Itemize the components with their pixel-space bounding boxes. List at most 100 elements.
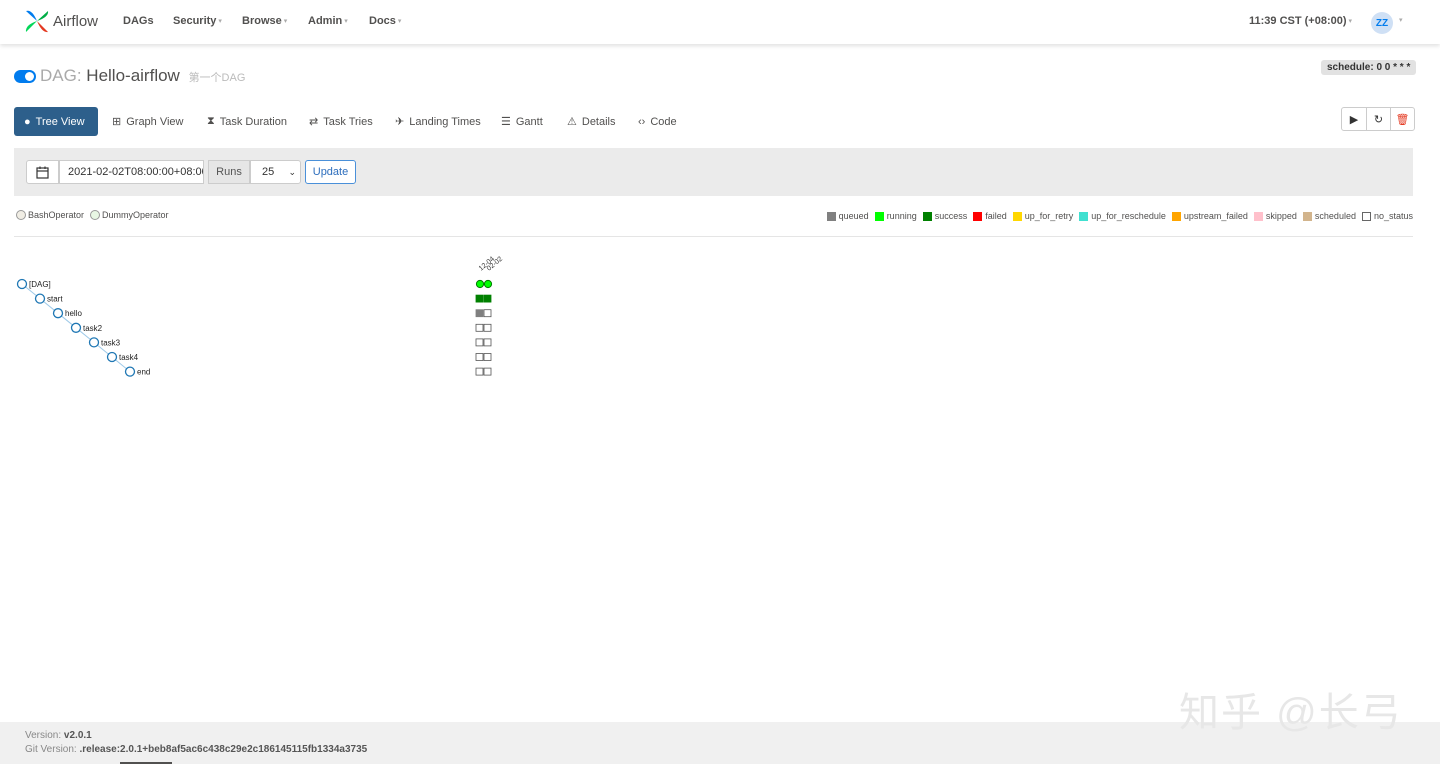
tree-node [70,322,82,333]
nav-browse[interactable]: Browse ▾ [242,15,287,27]
refresh-dag-button[interactable]: ↻ [1366,108,1390,130]
dag-pause-toggle[interactable] [14,70,36,83]
task-instance-cell [475,367,484,376]
tab-tree-view[interactable]: ● Tree View [14,107,98,136]
caret-down-icon: ▾ [344,18,348,25]
caret-down-icon: ▾ [397,18,402,25]
operator-swatch [90,210,101,220]
runs-label: Runs [208,160,250,184]
tree-node [16,278,28,290]
brand-name: Airflow [53,12,99,30]
legend-queued: queued [826,211,869,221]
timezone-clock[interactable]: 11:39 CST (+08:00) ▾ [1249,15,1352,27]
tab-task-duration[interactable]: ⧗ Task Duration [207,107,287,136]
version-line: Version: v2.0.1 [25,730,92,741]
dag-prefix: DAG: [40,66,82,85]
git-version-line: Git Version: .release:2.0.1+beb8af5ac6c4… [25,744,368,755]
legend-upstream-failed: upstream_failed [1171,211,1248,221]
tree-node-label: end [137,368,150,377]
user-avatar[interactable]: ZZ [1371,12,1393,34]
legend-scheduled: scheduled [1302,211,1356,221]
state-swatch [973,211,983,221]
tab-task-tries[interactable]: ⇄ Task Tries [309,107,373,136]
trash-icon: 🗑 [1395,113,1410,126]
top-navbar: Airflow DAGs Security ▾ Browse ▾ Admin ▾ Do… [0,0,1440,44]
base-date-input[interactable]: 2021-02-02T08:00:00+08:00 [59,160,204,184]
runs-select[interactable]: 25 ⌄ [250,160,301,184]
task-instance-cell [483,367,492,376]
operator-legend: BashOperator DummyOperator [16,210,169,220]
chevron-down-icon: ⌄ [288,167,296,177]
tree-node-label: task2 [83,324,103,333]
calendar-icon [36,166,49,179]
legend-dummy-operator: DummyOperator [90,210,169,220]
tab-gantt[interactable]: ☰ Gantt [501,107,543,136]
caret-down-icon: ▾ [1348,18,1353,25]
warning-icon: ⚠ [567,116,577,128]
tree-node-label: task3 [101,338,121,347]
state-swatch [1079,211,1089,221]
legend-up-for-reschedule: up_for_reschedule [1079,211,1166,221]
update-button[interactable]: Update [305,160,356,184]
tree-view-chart: 12-0402-02[DAG]starthellotask2task3task4… [16,256,504,377]
tree-node [52,308,64,319]
gantt-icon: ☰ [501,116,511,128]
tree-node [106,351,118,363]
dag-run-status [475,279,485,289]
nav-dags[interactable]: DAGs [123,15,154,27]
state-swatch [1361,211,1371,221]
code-icon: ‹› [638,115,646,128]
tab-code[interactable]: ‹› Code [638,107,677,136]
dag-name: Hello-airflow [86,66,180,85]
hourglass-icon: ⧗ [207,115,215,127]
version-value: v2.0.1 [63,730,92,741]
retry-icon: ⇄ [309,116,319,128]
task-instance-cell [483,338,492,347]
divider [14,236,1413,237]
tree-node [124,366,136,377]
calendar-button[interactable] [26,160,59,184]
graph-icon: ⊞ [112,116,122,128]
nav-security[interactable]: Security ▾ [173,15,222,27]
state-swatch [826,211,836,221]
tree-node [34,293,46,304]
dag-run-status [483,279,493,289]
task-instance-cell [475,323,484,332]
legend-skipped: skipped [1253,211,1297,221]
task-instance-cell [475,353,484,361]
landing-icon: ✈ [395,116,405,128]
task-instance-cell [475,294,484,303]
tree-node-label: task4 [119,353,139,362]
task-instance-cell [475,338,484,347]
tree-icon: ● [24,115,31,128]
legend-bash-operator: BashOperator [16,210,84,220]
tab-details[interactable]: ⚠ Details [567,107,616,136]
tree-node-label: [DAG] [29,280,51,289]
state-swatch [1171,211,1181,221]
operator-swatch [16,210,26,220]
state-swatch [1012,211,1022,221]
refresh-icon: ↻ [1373,113,1384,126]
schedule-badge: schedule: 0 0 * * * [1321,60,1417,75]
tree-node-label: hello [65,309,82,318]
task-instance-cell [483,309,492,318]
nav-docs[interactable]: Docs ▾ [369,15,401,27]
task-instance-cell [483,323,492,332]
delete-dag-button[interactable]: 🗑 [1390,108,1414,130]
legend-up-for-retry: up_for_retry [1012,211,1073,221]
trigger-dag-button[interactable]: ▶ [1342,108,1366,130]
state-swatch [1253,211,1263,221]
dag-actions: ▶ ↻ 🗑 [1341,107,1415,131]
caret-down-icon: ▾ [283,18,288,25]
airflow-logo[interactable]: Airflow [24,8,98,34]
tree-node-label: start [47,295,63,304]
caret-down-icon[interactable]: ▾ [1399,16,1403,24]
task-instance-cell [475,309,484,318]
git-version-value: .release:2.0.1+beb8af5ac6c438c29e2c18614… [79,744,368,755]
legend-failed: failed [973,211,1007,221]
tree-filter-form: 2021-02-02T08:00:00+08:00 Runs 25 ⌄ Updat… [14,148,1413,196]
tab-graph-view[interactable]: ⊞ Graph View [112,107,184,136]
watermark: 知乎 @长弓 [1179,691,1403,735]
nav-admin[interactable]: Admin ▾ [308,15,348,27]
tab-landing-times[interactable]: ✈ Landing Times [395,107,481,136]
